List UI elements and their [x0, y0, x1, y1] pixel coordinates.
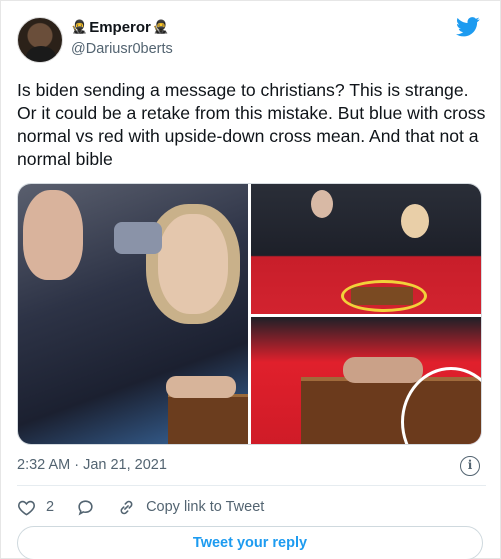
- like-count: 2: [46, 499, 55, 515]
- info-icon[interactable]: i: [460, 456, 480, 476]
- heart-icon: [18, 500, 35, 516]
- photo-figure-face: [311, 190, 333, 218]
- avatar[interactable]: [17, 17, 63, 63]
- photo-left-inauguration[interactable]: [18, 184, 248, 444]
- author-handle[interactable]: @Dariusr0berts: [71, 41, 173, 57]
- tweet-timestamp[interactable]: 2:32 AM · Jan 21, 2021: [17, 457, 167, 473]
- author-display-name[interactable]: Emperor: [89, 19, 151, 36]
- photo-bottom-right-bible-closeup[interactable]: [251, 317, 481, 444]
- divider: [17, 485, 486, 486]
- photo-top-right-oath[interactable]: [251, 184, 481, 314]
- photo-figure-face: [158, 214, 228, 314]
- author-name-row[interactable]: 🥷 Emperor 🥷: [71, 19, 169, 36]
- photo-figure-face: [401, 204, 429, 238]
- action-bar: 2 Copy link to Tweet: [17, 495, 286, 519]
- ninja-emoji-left: 🥷: [71, 20, 88, 35]
- copy-link-button[interactable]: Copy link to Tweet: [117, 498, 264, 517]
- reply-bubble-icon: [78, 499, 93, 516]
- copy-link-label: Copy link to Tweet: [146, 499, 265, 515]
- yellow-annotation-ellipse: [341, 280, 427, 312]
- tweet-text: Is biden sending a message to christians…: [17, 80, 486, 169]
- twitter-bird-icon[interactable]: [456, 17, 480, 37]
- reply-button[interactable]: [76, 498, 95, 517]
- tweet-your-reply-button[interactable]: Tweet your reply: [17, 526, 483, 559]
- photo-figure-mask: [114, 222, 162, 254]
- tweet-card: 🥷 Emperor 🥷 @Dariusr0berts Is biden send…: [0, 0, 501, 559]
- photo-hand: [343, 357, 423, 383]
- photo-hand: [166, 376, 236, 398]
- like-button[interactable]: 2: [17, 498, 54, 517]
- media-grid[interactable]: [17, 183, 482, 445]
- photo-bible: [168, 394, 248, 444]
- link-icon: [120, 500, 133, 514]
- ninja-emoji-right: 🥷: [152, 20, 170, 35]
- photo-figure-face: [23, 190, 83, 280]
